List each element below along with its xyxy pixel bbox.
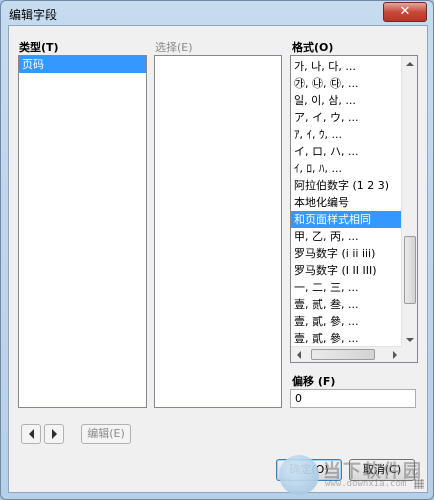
arrow-right-icon	[51, 429, 57, 439]
format-vertical-scrollbar[interactable]	[401, 56, 417, 347]
scroll-up-button[interactable]	[402, 56, 417, 71]
format-list-item[interactable]: 本地化编号	[291, 194, 401, 211]
close-button[interactable]: ✕	[383, 2, 427, 22]
format-list-item[interactable]: 甲, 乙, 丙, ...	[291, 228, 401, 245]
chevron-right-icon	[392, 350, 397, 359]
type-list[interactable]: 页码	[18, 55, 147, 408]
title-bar[interactable]: 编辑字段 ✕	[1, 1, 433, 25]
watermark: 当下软件园 www.downxia.com	[279, 455, 429, 495]
next-button[interactable]	[44, 424, 64, 444]
format-list-item[interactable]: 일, 이, 삼, ...	[291, 92, 401, 109]
chevron-down-icon	[405, 337, 414, 342]
format-list-item[interactable]: 가, 나, 다, ...	[291, 58, 401, 75]
format-list-item[interactable]: 壹, 贰, 叁, ...	[291, 296, 401, 313]
format-list-item[interactable]: 罗马数字 (I II III)	[291, 262, 401, 279]
scroll-right-button[interactable]	[387, 347, 402, 362]
chevron-left-icon	[296, 350, 301, 359]
type-label: 类型(T)	[19, 41, 59, 54]
format-list-item[interactable]: ㉮, ㉯, ㉰, ...	[291, 75, 401, 92]
format-horizontal-scrollbar[interactable]	[291, 346, 402, 362]
select-label: 选择(E)	[155, 41, 193, 54]
format-list-item[interactable]: 壹, 貳, 參, ...	[291, 313, 401, 330]
horizontal-scroll-thumb[interactable]	[311, 349, 375, 360]
window-title: 编辑字段	[9, 8, 58, 22]
format-list-item[interactable]: ｲ, ﾛ, ﾊ, ...	[291, 160, 401, 177]
format-list[interactable]: 가, 나, 다, ... ㉮, ㉯, ㉰, ... 일, 이, 삼, ... ア, イ…	[290, 55, 418, 363]
format-list-item[interactable]: 罗马数字 (i ii iii)	[291, 245, 401, 262]
arrow-left-icon	[28, 429, 34, 439]
edit-button[interactable]: 编辑(E)	[81, 424, 131, 444]
scroll-left-button[interactable]	[291, 347, 306, 362]
type-list-item[interactable]: 页码	[19, 56, 146, 73]
close-icon: ✕	[399, 4, 411, 19]
format-label: 格式(O)	[292, 41, 334, 54]
format-list-item[interactable]: イ, ロ, ハ, ...	[291, 143, 401, 160]
watermark-logo-icon	[279, 455, 319, 495]
format-list-item[interactable]: 阿拉伯数字 (1 2 3)	[291, 177, 401, 194]
format-list-item[interactable]: ア, イ, ウ, ...	[291, 109, 401, 126]
vertical-scroll-thumb[interactable]	[404, 236, 416, 304]
format-list-item[interactable]: ｱ, ｲ, ｳ, ...	[291, 126, 401, 143]
previous-button[interactable]	[21, 424, 41, 444]
format-list-item[interactable]: 和页面样式相同	[291, 211, 401, 228]
dialog-body: 类型(T) 页码 选择(E) 格式(O) 가, 나, 다, ... ㉮, ㉯, ㉰…	[8, 25, 428, 493]
scroll-corner	[402, 347, 417, 362]
offset-label: 偏移 (F)	[292, 375, 336, 388]
chevron-up-icon	[405, 61, 414, 66]
format-list-item[interactable]: 一, 二, 三, ...	[291, 279, 401, 296]
select-list[interactable]	[154, 55, 282, 408]
offset-field[interactable]: 0	[290, 389, 416, 408]
format-list-item[interactable]: 壹, 貳, 參, ...	[291, 330, 401, 347]
watermark-subtext: www.downxia.com	[325, 479, 407, 489]
dialog-window: 编辑字段 ✕ 类型(T) 页码 选择(E) 格式(O) 가, 나, 다, ...…	[0, 0, 434, 500]
scroll-down-button[interactable]	[402, 332, 417, 347]
